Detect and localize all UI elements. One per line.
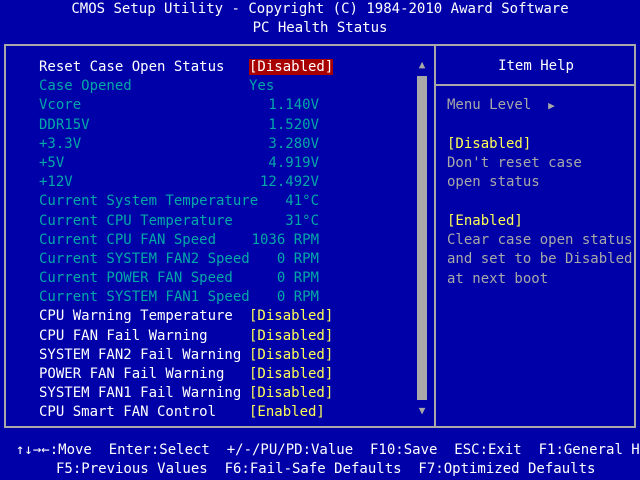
reading-value: Yes	[249, 78, 275, 95]
setting-value[interactable]: [Disabled]	[249, 384, 333, 403]
setting-row[interactable]: POWER FAN Fail Warning [Disabled]	[39, 365, 419, 384]
info-row: Current CPU FAN Speed 1036 RPM	[39, 231, 419, 250]
setting-row[interactable]: CPU Warning Temperature [Disabled]	[39, 307, 419, 326]
row-label: DDR15V	[39, 116, 90, 133]
key-legend-line-2: F5:Previous Values F6:Fail-Safe Defaults…	[56, 461, 596, 477]
help-spacer	[447, 115, 637, 134]
info-row: Current SYSTEM FAN1 Speed 0 RPM	[39, 288, 419, 307]
key-legend: ↑↓→←:Move Enter:Select +/-/PU/PD:Value F…	[0, 440, 640, 480]
menu-level-label: Menu Level	[447, 97, 532, 113]
row-label: +3.3V	[39, 135, 82, 152]
panel-divider	[434, 44, 436, 428]
info-row: Current CPU Temperature 31°C	[39, 212, 419, 231]
row-label: CPU FAN Fail Warning	[39, 327, 208, 344]
row-label: CPU Warning Temperature	[39, 308, 233, 325]
row-label: POWER FAN Fail Warning	[39, 366, 225, 382]
setting-value[interactable]: [Enabled]	[249, 403, 325, 422]
help-line: at next boot	[447, 270, 549, 287]
row-label: SYSTEM FAN1 Fail Warning	[39, 385, 242, 402]
menu-level: Menu Level ▶	[447, 96, 637, 115]
main-frame: Reset Case Open Status [Disabled] Case Ope…	[4, 44, 636, 428]
help-line: Don't reset case	[447, 154, 582, 171]
info-row: DDR15V 1.520V	[39, 116, 419, 135]
row-label: Reset Case Open Status	[39, 59, 225, 75]
row-label: Current CPU FAN Speed	[39, 231, 217, 248]
settings-list: Reset Case Open Status [Disabled] Case Ope…	[39, 58, 419, 423]
menu-level-arrow-icon: ▶	[548, 99, 555, 112]
setting-row[interactable]: CPU FAN Fail Warning [Disabled]	[39, 327, 419, 346]
reading-value: 4.919V	[268, 154, 319, 171]
reading-value: 41°C	[285, 193, 319, 210]
help-line: [Enabled]	[447, 212, 523, 229]
info-row: Current System Temperature 41°C	[39, 192, 419, 211]
scroll-down-icon[interactable]: ▼	[416, 404, 428, 418]
setting-value[interactable]: [Disabled]	[249, 365, 333, 384]
row-label: Current CPU Temperature	[39, 212, 233, 229]
header: CMOS Setup Utility - Copyright (C) 1984-…	[0, 0, 640, 40]
setting-row[interactable]: CPU Smart FAN Control [Enabled]	[39, 403, 419, 422]
info-row: +3.3V 3.280V	[39, 135, 419, 154]
setting-row[interactable]: SYSTEM FAN2 Fail Warning [Disabled]	[39, 346, 419, 365]
scroll-up-icon[interactable]: ▲	[416, 58, 428, 72]
app-title: CMOS Setup Utility - Copyright (C) 1984-…	[71, 1, 569, 17]
setting-value[interactable]: [Disabled]	[249, 307, 333, 326]
setting-value[interactable]: [Disabled]	[249, 346, 333, 365]
help-panel: Menu Level ▶ [Disabled] Don't reset case o…	[447, 96, 637, 289]
setting-value[interactable]: [Disabled]	[249, 327, 333, 346]
reading-value: 1036 RPM	[251, 231, 319, 248]
help-line: [Disabled]	[447, 135, 532, 152]
row-label: CPU Smart FAN Control	[39, 404, 217, 421]
row-label: Vcore	[39, 97, 82, 114]
reading-value: 0 RPM	[276, 270, 319, 287]
help-text: [Disabled] Don't reset case open status [En…	[447, 135, 637, 289]
row-label: +5V	[39, 154, 65, 171]
setting-row[interactable]: SYSTEM FAN1 Fail Warning [Disabled]	[39, 384, 419, 403]
info-row: Current SYSTEM FAN2 Speed 0 RPM	[39, 250, 419, 269]
scrollbar[interactable]: ▲ ▼	[416, 58, 428, 418]
setting-value[interactable]: [Disabled]	[249, 58, 334, 77]
page-title: PC Health Status	[252, 20, 388, 36]
row-label: SYSTEM FAN2 Fail Warning	[39, 346, 242, 363]
reading-value: 0 RPM	[276, 250, 319, 267]
info-row: +12V 12.492V	[39, 173, 419, 192]
help-line	[447, 192, 637, 211]
reading-value: 12.492V	[259, 174, 319, 191]
info-row: +5V 4.919V	[39, 154, 419, 173]
key-legend-line-1: ↑↓→←:Move Enter:Select +/-/PU/PD:Value F…	[16, 442, 640, 458]
row-label: +12V	[39, 174, 73, 191]
info-row: Case Opened Yes	[39, 77, 419, 96]
scroll-track[interactable]	[417, 76, 427, 400]
reading-value: 0 RPM	[276, 289, 319, 306]
setting-row[interactable]: Reset Case Open Status [Disabled]	[39, 58, 419, 77]
reading-value: 3.280V	[268, 135, 319, 152]
row-label: Current POWER FAN Speed	[39, 270, 233, 287]
help-title: Item Help	[498, 58, 574, 74]
info-row: Current POWER FAN Speed 0 RPM	[39, 269, 419, 288]
help-title-divider	[436, 84, 636, 86]
row-label: Case Opened	[39, 78, 132, 95]
reading-value: 1.520V	[268, 116, 319, 133]
reading-value: 1.140V	[268, 97, 319, 114]
help-line: and set to be Disabled	[447, 251, 633, 268]
reading-value: 31°C	[285, 212, 319, 229]
help-line: Clear case open status	[447, 232, 633, 249]
selected-value-highlight[interactable]: [Disabled]	[249, 59, 334, 75]
info-row: Vcore 1.140V	[39, 96, 419, 115]
help-line: open status	[447, 174, 540, 191]
